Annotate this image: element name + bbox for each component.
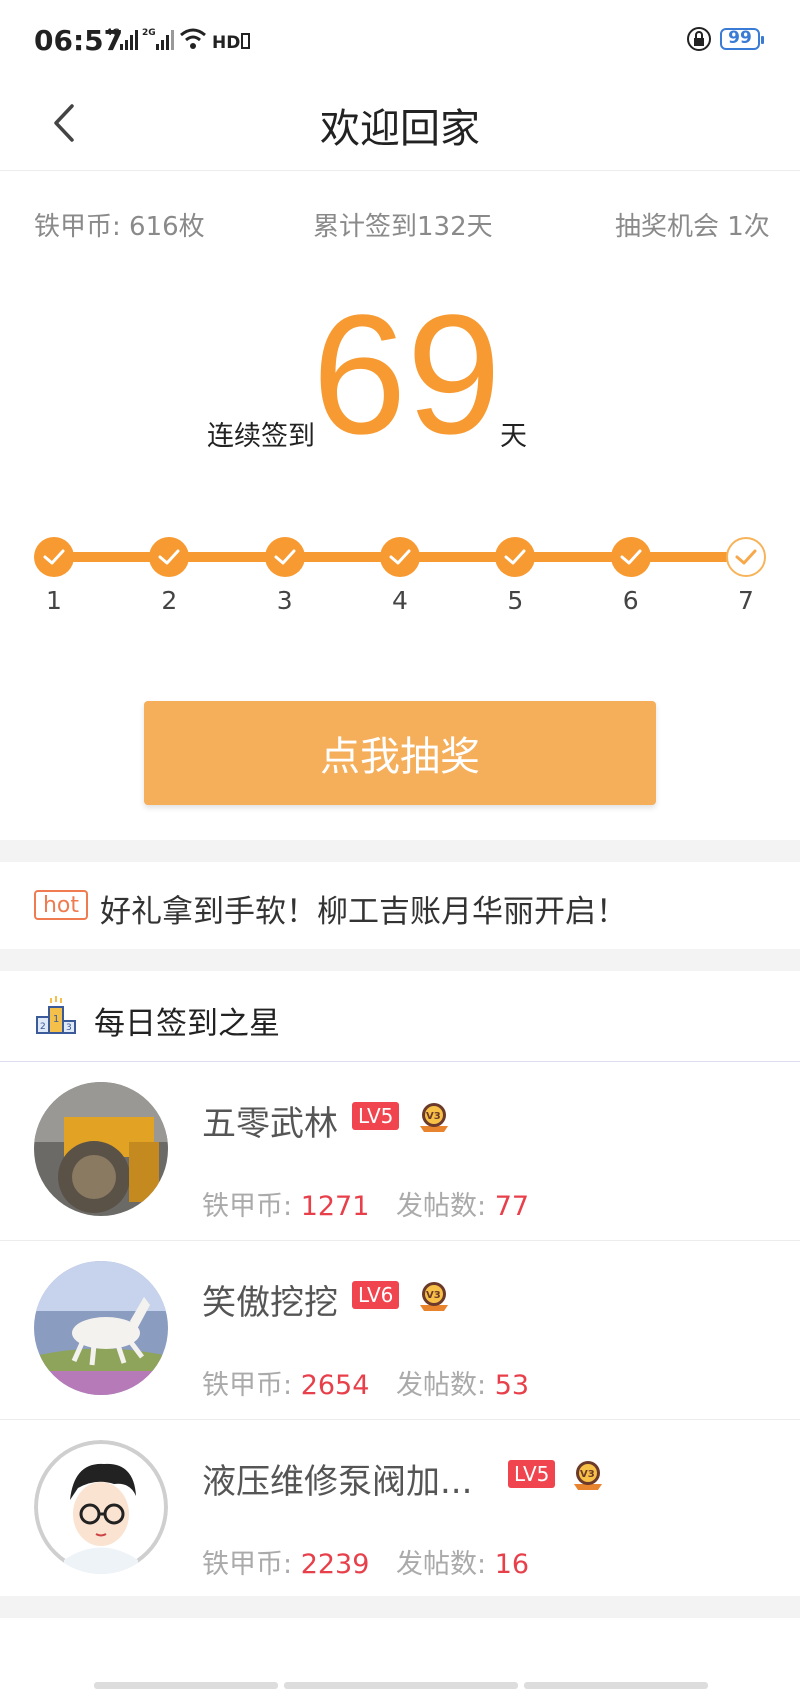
- day-label: 3: [276, 586, 293, 615]
- signal-4g-icon: 4G: [106, 28, 138, 50]
- bottom-tab-indicator: [284, 1682, 518, 1689]
- section-divider: [0, 840, 800, 862]
- svg-text:3: 3: [66, 1023, 72, 1033]
- daily-star-title: 每日签到之星: [94, 1006, 280, 1042]
- v3-badge-icon: V3: [420, 1103, 448, 1132]
- user-row[interactable]: 五零武林 LV5 V3 铁甲币: 1271 发帖数: 77: [0, 1062, 800, 1241]
- user-row[interactable]: 笑傲挖挖 LV6 V3 铁甲币: 2654 发帖数: 53: [0, 1241, 800, 1420]
- section-divider: [0, 1596, 800, 1618]
- user-name[interactable]: 液压维修泵阀加...: [202, 1454, 472, 1503]
- lottery-button[interactable]: 点我抽奖: [144, 701, 656, 805]
- podium-icon: 2 1 3: [36, 996, 76, 1034]
- day-4-check-icon: [380, 537, 420, 577]
- streak-unit: 天: [500, 421, 527, 452]
- status-bar: 06:57 4G 2G HD 99: [0, 0, 800, 80]
- svg-text:2: 2: [40, 1022, 46, 1032]
- hot-tag: hot: [34, 890, 88, 920]
- svg-text:4G: 4G: [106, 28, 120, 38]
- user-coins: 铁甲币: 2654: [202, 1370, 370, 1401]
- day-1-check-icon: [34, 537, 74, 577]
- day-label: 2: [161, 586, 178, 615]
- svg-text:HD: HD: [212, 33, 240, 52]
- user-name[interactable]: 笑傲挖挖: [202, 1275, 338, 1324]
- svg-text:V3: V3: [580, 1469, 595, 1480]
- header: 欢迎回家: [0, 80, 800, 171]
- svg-text:V3: V3: [426, 1290, 441, 1301]
- day-7-check-icon: [726, 537, 766, 577]
- svg-text:1: 1: [53, 1014, 59, 1025]
- user-coins: 铁甲币: 1271: [202, 1191, 370, 1222]
- day-label: 5: [507, 586, 524, 615]
- user-posts: 发帖数: 77: [396, 1191, 530, 1222]
- wifi-icon: [180, 28, 206, 49]
- day-label: 1: [46, 586, 62, 615]
- user-posts: 发帖数: 16: [396, 1549, 530, 1580]
- day-label: 6: [622, 586, 639, 615]
- user-row[interactable]: 液压维修泵阀加... LV5 V3 铁甲币: 2239 发帖数: 16: [0, 1420, 800, 1598]
- bottom-tab-indicator: [94, 1682, 278, 1689]
- avatar: [34, 1082, 168, 1216]
- day-3-check-icon: [264, 537, 305, 577]
- day-label: 7: [738, 586, 754, 615]
- day-6-check-icon: [610, 537, 651, 577]
- signal-2g-icon: 2G: [142, 28, 174, 50]
- streak-label: 连续签到: [207, 421, 315, 452]
- hot-banner-link[interactable]: 好礼拿到手软！柳工吉账月华丽开启！: [100, 886, 627, 931]
- day-label: 4: [392, 586, 408, 615]
- level-badge: LV6: [352, 1281, 400, 1309]
- v3-badge-icon: V3: [420, 1282, 448, 1311]
- hd-icon: HD: [212, 33, 250, 52]
- user-coins: 铁甲币: 2239: [202, 1549, 370, 1580]
- coins-stat: 铁甲币: 616枚: [34, 212, 205, 242]
- total-checkin-stat: 累计签到132天: [313, 212, 493, 242]
- section-divider: [0, 949, 800, 971]
- day-5-check-icon: [495, 537, 536, 577]
- v3-badge-icon: V3: [574, 1461, 602, 1490]
- battery-indicator: 99: [720, 28, 764, 50]
- user-name[interactable]: 五零武林: [202, 1096, 338, 1145]
- avatar: [34, 1440, 168, 1574]
- day-2-check-icon: [149, 537, 190, 577]
- page-title: 欢迎回家: [320, 106, 480, 152]
- avatar: [34, 1261, 168, 1395]
- lock-rotation-icon: [687, 27, 711, 51]
- bottom-tab-indicator: [524, 1682, 708, 1689]
- level-badge: LV5: [508, 1460, 556, 1488]
- svg-text:2G: 2G: [142, 28, 156, 38]
- level-badge: LV5: [352, 1102, 400, 1130]
- svg-text:V3: V3: [426, 1111, 441, 1122]
- lottery-chances-stat: 抽奖机会 1次: [615, 212, 770, 242]
- user-posts: 发帖数: 53: [396, 1370, 530, 1401]
- streak-days: 69: [312, 280, 502, 470]
